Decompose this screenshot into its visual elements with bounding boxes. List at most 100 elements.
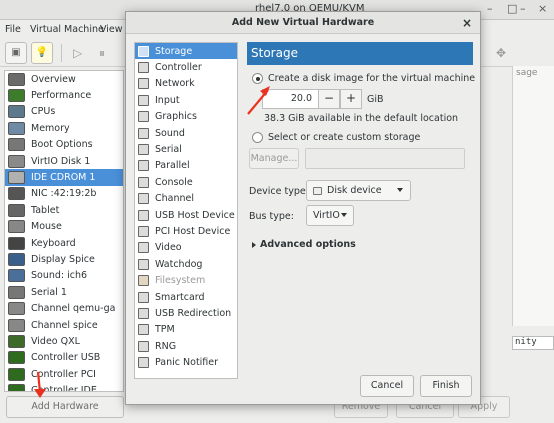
dialog-titlebar: Add New Virtual Hardware × xyxy=(126,12,480,34)
add-hardware-button[interactable]: Add Hardware xyxy=(6,396,124,418)
custom-storage-radio[interactable] xyxy=(252,132,263,143)
rng-icon xyxy=(138,340,149,352)
panel-title: Storage xyxy=(247,42,473,65)
create-image-option[interactable]: Create a disk image for the virtual mach… xyxy=(252,73,475,84)
hardware-type-label: Video xyxy=(155,242,182,254)
hardware-list-item[interactable]: Controller IDE xyxy=(5,382,123,391)
advanced-options-expander[interactable]: Advanced options xyxy=(252,239,356,250)
hardware-type-item[interactable]: Controller xyxy=(135,59,237,75)
channel-icon xyxy=(138,193,149,205)
graphics-icon xyxy=(138,111,149,123)
bus-type-select[interactable]: VirtIO xyxy=(306,205,354,226)
hardware-type-item[interactable]: Input xyxy=(135,92,237,108)
sound-icon xyxy=(8,269,25,283)
hardware-list-item[interactable]: Mouse xyxy=(5,219,123,235)
hardware-list-item[interactable]: VirtIO Disk 1 xyxy=(5,153,123,169)
hardware-list-item[interactable]: Boot Options xyxy=(5,137,123,153)
hardware-type-label: Console xyxy=(155,176,193,188)
minimize-icon-2[interactable]: – xyxy=(520,2,526,15)
input-icon xyxy=(138,94,149,106)
dialog-title: Add New Virtual Hardware xyxy=(231,17,375,28)
hardware-list-item[interactable]: Sound: ich6 xyxy=(5,268,123,284)
hardware-list-item[interactable]: Keyboard xyxy=(5,235,123,251)
fullscreen-icon[interactable]: ✥ xyxy=(496,46,506,60)
hardware-type-label: Controller xyxy=(155,62,202,74)
hardware-type-item[interactable]: Watchdog xyxy=(135,256,237,272)
finish-button[interactable]: Finish xyxy=(420,375,472,397)
hardware-list-label: Boot Options xyxy=(31,139,93,151)
hardware-type-item[interactable]: Panic Notifier xyxy=(135,354,237,370)
hardware-type-item[interactable]: Smartcard xyxy=(135,289,237,305)
close-icon[interactable]: × xyxy=(538,2,547,15)
hardware-list-item[interactable]: Controller USB xyxy=(5,350,123,366)
hardware-type-label: USB Redirection xyxy=(155,307,232,319)
device-type-select[interactable]: Disk device xyxy=(306,180,411,201)
hardware-type-item[interactable]: Serial xyxy=(135,141,237,157)
hardware-type-item[interactable]: Sound xyxy=(135,125,237,141)
size-decrement-button[interactable]: − xyxy=(318,89,340,109)
tpm-icon xyxy=(138,324,149,336)
dialog-cancel-button[interactable]: Cancel xyxy=(360,375,414,397)
hardware-list-item[interactable]: Tablet xyxy=(5,202,123,218)
maximize-icon[interactable]: □ xyxy=(507,2,517,15)
hardware-list-item[interactable]: Memory xyxy=(5,120,123,136)
hardware-list-item[interactable]: Display Spice xyxy=(5,251,123,267)
gear-icon xyxy=(8,138,25,152)
create-image-label: Create a disk image for the virtual mach… xyxy=(268,73,476,84)
hardware-type-item[interactable]: Graphics xyxy=(135,109,237,125)
chevron-down-icon xyxy=(341,213,347,217)
hardware-list[interactable]: Overview Performance CPUs Memory Boot Option… xyxy=(4,70,124,392)
hardware-list-item[interactable]: Channel qemu-ga xyxy=(5,300,123,316)
hardware-type-item[interactable]: Storage xyxy=(135,43,237,60)
size-increment-button[interactable]: + xyxy=(340,89,362,109)
hardware-list-label: Controller USB xyxy=(31,352,101,364)
disk-size-input[interactable]: 20.0 xyxy=(262,89,318,109)
hardware-list-label: IDE CDROM 1 xyxy=(31,172,96,184)
hardware-type-item[interactable]: TPM xyxy=(135,322,237,338)
hardware-type-item[interactable]: Network xyxy=(135,76,237,92)
details-view-button[interactable]: 💡 xyxy=(31,42,53,64)
details-panel-text: sage xyxy=(516,68,538,78)
hardware-list-label: Display Spice xyxy=(31,253,95,265)
hardware-list-label: Mouse xyxy=(31,221,62,233)
hardware-type-item[interactable]: USB Host Device xyxy=(135,207,237,223)
dialog-close-icon[interactable]: × xyxy=(462,12,472,34)
manage-button[interactable]: Manage... xyxy=(249,148,299,169)
hardware-type-item[interactable]: USB Redirection xyxy=(135,305,237,321)
hardware-type-item[interactable]: Parallel xyxy=(135,158,237,174)
run-icon[interactable]: ▷ xyxy=(73,46,82,60)
hardware-list-item[interactable]: IDE CDROM 1 xyxy=(5,169,123,186)
hardware-list-item[interactable]: Channel spice xyxy=(5,317,123,333)
hardware-list-item[interactable]: Serial 1 xyxy=(5,284,123,300)
menu-virtual-machine[interactable]: Virtual Machine xyxy=(30,24,104,35)
hardware-list-label: Tablet xyxy=(31,204,60,216)
hardware-list-item[interactable]: NIC :42:19:2b xyxy=(5,186,123,202)
hardware-type-item[interactable]: PCI Host Device xyxy=(135,223,237,239)
hardware-list-label: Sound: ich6 xyxy=(31,270,88,282)
custom-storage-option[interactable]: Select or create custom storage xyxy=(252,132,420,143)
hardware-type-label: RNG xyxy=(155,340,177,352)
hardware-list-item[interactable]: CPUs xyxy=(5,104,123,120)
menu-view[interactable]: View xyxy=(100,24,123,35)
hardware-list-label: Controller PCI xyxy=(31,368,96,380)
hardware-list-item[interactable]: Video QXL xyxy=(5,333,123,349)
create-image-radio[interactable] xyxy=(252,73,263,84)
hardware-type-label: Filesystem xyxy=(155,275,206,287)
hardware-type-item[interactable]: Channel xyxy=(135,191,237,207)
console-view-button[interactable]: ▣ xyxy=(5,42,27,64)
storage-path-input[interactable] xyxy=(305,148,465,169)
hardware-list-item[interactable]: Overview xyxy=(5,71,123,87)
hardware-type-item[interactable]: Video xyxy=(135,240,237,256)
menu-file[interactable]: File xyxy=(5,24,21,35)
hardware-type-label: Storage xyxy=(155,45,193,57)
hardware-type-item[interactable]: RNG xyxy=(135,338,237,354)
hardware-type-item[interactable]: Console xyxy=(135,174,237,190)
hardware-type-list[interactable]: Storage Controller Network Input Graphics Sou… xyxy=(134,42,238,379)
video-icon xyxy=(8,334,25,348)
watchdog-icon xyxy=(138,258,149,270)
hardware-list-item[interactable]: Performance xyxy=(5,87,123,103)
pause-icon[interactable]: ⏸ xyxy=(99,46,105,61)
hardware-list-item[interactable]: Controller PCI xyxy=(5,366,123,382)
hardware-type-label: Panic Notifier xyxy=(155,357,219,369)
minimize-icon[interactable]: – xyxy=(487,2,493,15)
